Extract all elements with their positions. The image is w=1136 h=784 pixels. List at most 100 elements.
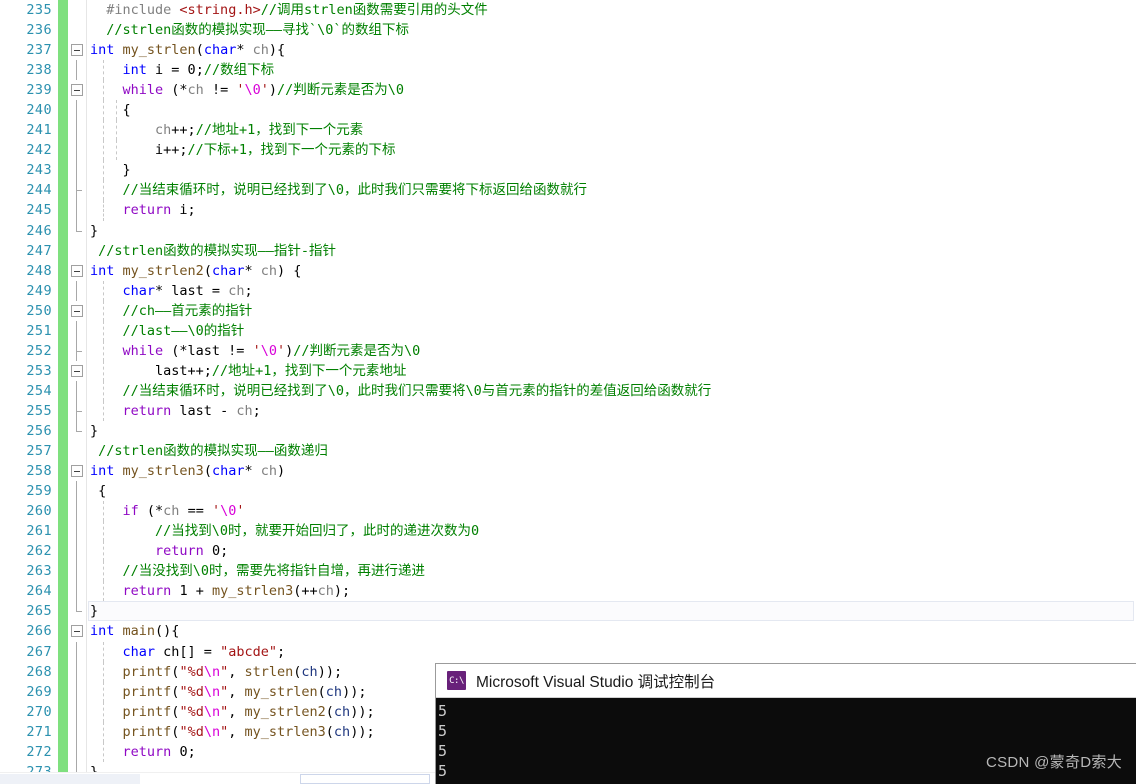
- horizontal-scrollbar[interactable]: [0, 772, 435, 784]
- code-line[interactable]: 239 while (*ch != '\0')//判断元素是否为\0: [0, 80, 1136, 101]
- code-token: my_strlen2: [122, 262, 204, 279]
- code-line[interactable]: 240 {: [0, 100, 1136, 121]
- code-line[interactable]: 236 //strlen函数的模拟实现——寻找`\0`的数组下标: [0, 20, 1136, 41]
- fold-region-end: [76, 601, 82, 613]
- fold-region-line: [76, 120, 77, 141]
- code-line[interactable]: 263 //当没找到\0时，需要先将指针自增，再进行递进: [0, 561, 1136, 582]
- change-indicator-bar: [58, 581, 68, 602]
- gutter-separator: [86, 481, 87, 502]
- code-token: //last——\0的指针: [122, 322, 245, 339]
- collapse-minus-icon[interactable]: [71, 44, 83, 57]
- code-line[interactable]: 262 return 0;: [0, 541, 1136, 562]
- code-line[interactable]: 235 #include <string.h>//调用strlen函数需要引用的…: [0, 0, 1136, 21]
- code-line[interactable]: 261 //当找到\0时，就要开始回归了，此时的递进次数为0: [0, 521, 1136, 542]
- code-text: {: [90, 481, 106, 501]
- horizontal-scrollbar-thumb[interactable]: [300, 774, 430, 784]
- line-number: 246: [26, 222, 52, 239]
- code-token: ch: [260, 262, 277, 279]
- code-text: //当结束循环时，说明已经找到了\0，此时我们只需要将下标返回给函数就行: [90, 180, 588, 200]
- line-number: 241: [26, 122, 52, 139]
- collapse-minus-icon[interactable]: [71, 625, 83, 638]
- code-token: ch: [187, 82, 204, 99]
- code-line[interactable]: 247 //strlen函数的模拟实现——指针-指针: [0, 240, 1136, 261]
- code-line[interactable]: 252 while (*last != '\0')//判断元素是否为\0: [0, 340, 1136, 361]
- change-indicator-bar: [58, 40, 68, 61]
- code-text: #include <string.h>//调用strlen函数需要引用的头文件: [90, 0, 488, 20]
- code-line[interactable]: 258 int my_strlen3(char* ch): [0, 461, 1136, 482]
- code-line[interactable]: 259 {: [0, 481, 1136, 502]
- code-token: main: [122, 623, 156, 640]
- change-indicator-bar: [58, 100, 68, 121]
- code-token: \0: [244, 82, 261, 99]
- collapse-minus-icon[interactable]: [71, 304, 83, 317]
- code-line[interactable]: 246}: [0, 220, 1136, 241]
- code-line[interactable]: 241 ch++;//地址+1，找到下一个元素: [0, 120, 1136, 141]
- collapse-minus-icon[interactable]: [71, 84, 83, 97]
- code-line[interactable]: 251 //last——\0的指针: [0, 320, 1136, 341]
- code-token: my_strlen3: [211, 583, 294, 600]
- code-token: return: [122, 402, 172, 419]
- gutter-separator: [86, 701, 87, 722]
- code-line[interactable]: 237 int my_strlen(char* ch){: [0, 40, 1136, 61]
- gutter-separator: [86, 581, 87, 602]
- code-line[interactable]: 266 int main(){: [0, 621, 1136, 642]
- code-line[interactable]: 257 //strlen函数的模拟实现——函数递归: [0, 441, 1136, 462]
- code-token: //ch——首元素的指针: [122, 302, 253, 319]
- code-token: //当结束循环时，说明已经找到了\0，此时我们只需要将\0与首元素的指针的差值返…: [122, 382, 712, 399]
- line-number: 253: [26, 362, 52, 379]
- code-token: "%d: [179, 703, 204, 720]
- collapse-minus-icon[interactable]: [71, 465, 83, 478]
- code-line[interactable]: 253 last++;//地址+1，找到下一个元素地址: [0, 360, 1136, 381]
- code-token: //strlen函数的模拟实现——指针-指针: [98, 242, 337, 259]
- console-title-bar[interactable]: C:\ Microsoft Visual Studio 调试控制台: [436, 664, 1136, 698]
- code-token: //地址+1，找到下一个元素: [195, 122, 364, 139]
- code-token: ch[] =: [155, 643, 221, 660]
- code-line[interactable]: 248 int my_strlen2(char* ch) {: [0, 260, 1136, 281]
- change-indicator-bar: [58, 160, 68, 181]
- change-indicator-bar: [58, 260, 68, 281]
- code-token: //调用strlen函数需要引用的头文件: [260, 2, 488, 18]
- code-line[interactable]: 243 }: [0, 160, 1136, 181]
- code-text: //当找到\0时，就要开始回归了，此时的递进次数为0: [90, 521, 479, 541]
- code-line[interactable]: 256}: [0, 420, 1136, 442]
- code-line[interactable]: 238 int i = 0;//数组下标: [0, 60, 1136, 81]
- code-line[interactable]: 245 return i;: [0, 200, 1136, 221]
- code-line[interactable]: 265}: [0, 601, 1136, 622]
- code-text: {: [90, 100, 131, 120]
- fold-region-line: [76, 581, 77, 602]
- change-indicator-bar: [58, 340, 68, 361]
- collapse-minus-icon[interactable]: [71, 364, 83, 377]
- code-token: //地址+1，找到下一个元素地址: [211, 362, 407, 379]
- code-editor-pane[interactable]: 235 #include <string.h>//调用strlen函数需要引用的…: [0, 0, 1136, 782]
- code-line[interactable]: 267 char ch[] = "abcde";: [0, 641, 1136, 662]
- gutter-separator: [86, 160, 87, 181]
- code-line[interactable]: 254 //当结束循环时，说明已经找到了\0，此时我们只需要将\0与首元素的指针…: [0, 380, 1136, 401]
- code-token: 0: [211, 543, 221, 560]
- code-token: int: [90, 623, 115, 640]
- code-line[interactable]: 242 i++;//下标+1，找到下一个元素的下标: [0, 140, 1136, 161]
- code-token: ,: [228, 703, 245, 720]
- fold-region-line: [76, 481, 77, 502]
- scrollbar-track-left: [0, 774, 140, 784]
- change-indicator-bar: [58, 721, 68, 742]
- code-line[interactable]: 264 return 1 + my_strlen3(++ch);: [0, 581, 1136, 602]
- code-line[interactable]: 250 //ch——首元素的指针: [0, 300, 1136, 321]
- change-indicator-bar: [58, 441, 68, 462]
- fold-region-line: [76, 340, 82, 361]
- code-text: int my_strlen3(char* ch): [90, 461, 285, 481]
- code-line[interactable]: 255 return last - ch;: [0, 400, 1136, 421]
- code-token: ++;: [171, 122, 196, 139]
- collapse-minus-icon[interactable]: [71, 264, 83, 277]
- code-line[interactable]: 244 //当结束循环时，说明已经找到了\0，此时我们只需要将下标返回给函数就行: [0, 180, 1136, 201]
- code-line[interactable]: 249 char* last = ch;: [0, 280, 1136, 301]
- change-indicator-bar: [58, 60, 68, 81]
- code-line[interactable]: 260 if (*ch == '\0': [0, 501, 1136, 522]
